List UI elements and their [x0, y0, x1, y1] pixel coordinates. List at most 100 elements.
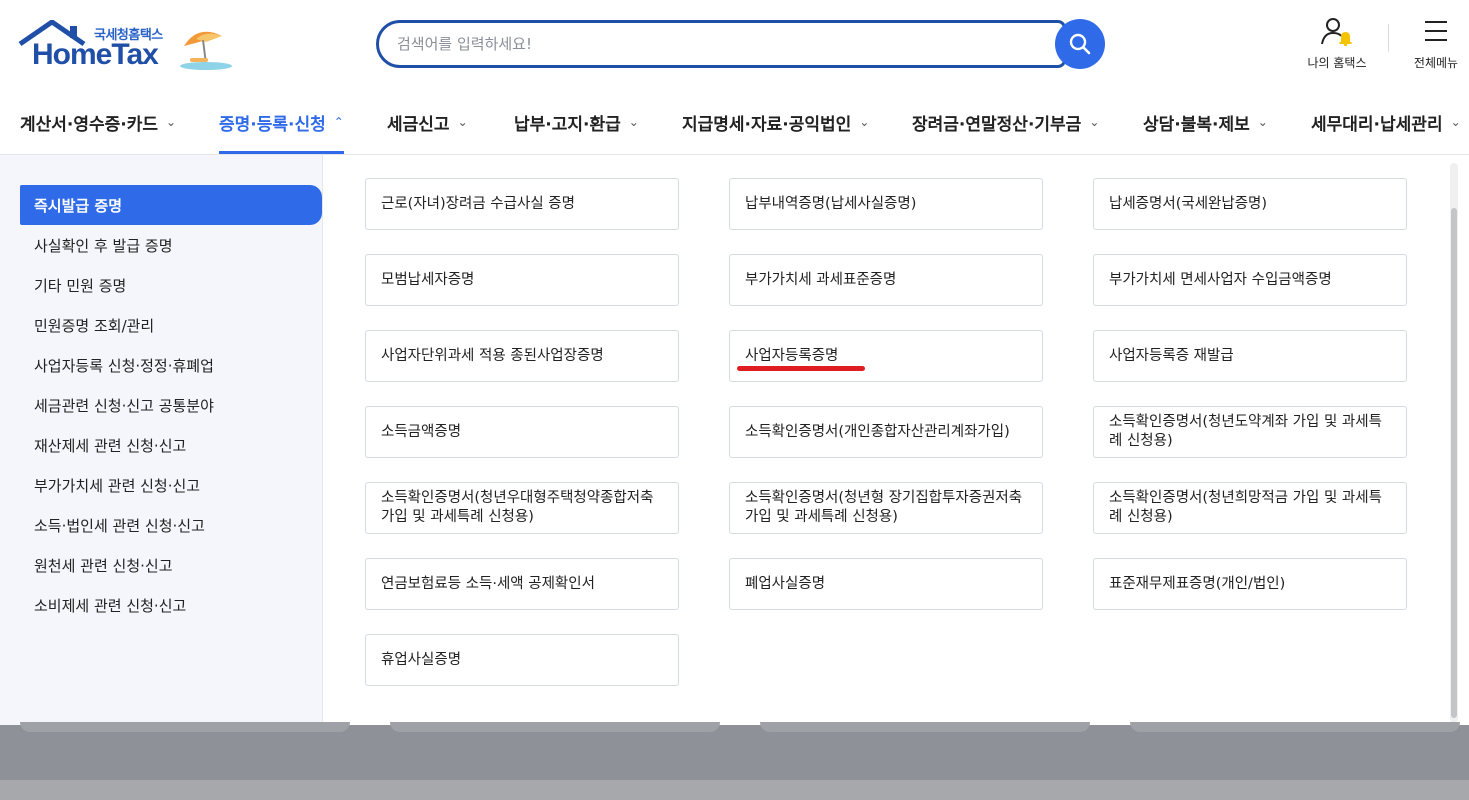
sub-menu-item[interactable]: 사업자등록 신청·정정·휴폐업 — [0, 345, 322, 385]
certificate-card[interactable]: 소득확인증명서(청년우대형주택청약종합저축 가입 및 과세특례 신청용) — [365, 482, 679, 534]
certificate-card-business-registration[interactable]: 사업자등록증명 — [729, 330, 1043, 382]
card-label: 납부내역증명(납세사실증명) — [745, 195, 917, 212]
card-label: 소득확인증명서(청년희망적금 가입 및 과세특례 신청용) — [1109, 490, 1382, 525]
site-header: 국세청홈택스 HomeTax 나의 홈택스 — [0, 0, 1469, 155]
search-icon — [1069, 33, 1091, 55]
gnb-label: 상담·불복·제보 — [1143, 114, 1250, 135]
gnb-item-incentive[interactable]: 장려금·연말정산·기부금 ⌄ — [912, 90, 1099, 154]
logo-title: HomeTax — [32, 38, 159, 71]
chevron-down-icon: ⌄ — [628, 115, 639, 129]
gnb-label: 납부·고지·환급 — [514, 114, 621, 135]
user-bell-icon — [1321, 18, 1352, 47]
search-box — [376, 20, 1066, 68]
beach-umbrella-icon — [180, 31, 232, 70]
certificate-card[interactable]: 연금보험료등 소득·세액 공제확인서 — [365, 558, 679, 610]
card-label: 소득확인증명서(개인종합자산관리계좌가입) — [745, 423, 1010, 440]
card-label: 부가가치세 면세사업자 수입금액증명 — [1109, 271, 1332, 288]
certificate-card[interactable]: 소득확인증명서(청년도약계좌 가입 및 과세특례 신청용) — [1093, 406, 1407, 458]
certificate-card[interactable]: 표준재무제표증명(개인/법인) — [1093, 558, 1407, 610]
chevron-down-icon: ⌄ — [166, 115, 177, 129]
certificate-card[interactable]: 소득확인증명서(청년희망적금 가입 및 과세특례 신청용) — [1093, 482, 1407, 534]
certificate-card[interactable]: 소득금액증명 — [365, 406, 679, 458]
sub-menu-item[interactable]: 기타 민원 증명 — [0, 265, 322, 305]
chevron-down-icon: ⌄ — [1089, 115, 1100, 129]
sub-menu-item[interactable]: 원천세 관련 신청·신고 — [0, 545, 322, 585]
certificate-card[interactable]: 부가가치세 면세사업자 수입금액증명 — [1093, 254, 1407, 306]
certificate-card[interactable]: 납부내역증명(납세사실증명) — [729, 178, 1043, 230]
sub-menu-list: 즉시발급 증명 사실확인 후 발급 증명 기타 민원 증명 민원증명 조회/관리… — [0, 155, 323, 725]
scrollbar-thumb[interactable] — [1451, 208, 1457, 718]
card-label: 표준재무제표증명(개인/법인) — [1109, 575, 1286, 592]
card-label: 사업자등록증명 — [737, 347, 865, 371]
gnb-item-payment[interactable]: 납부·고지·환급 ⌄ — [514, 90, 639, 154]
chevron-down-icon: ⌄ — [859, 115, 870, 129]
mega-menu-panel: 즉시발급 증명 사실확인 후 발급 증명 기타 민원 증명 민원증명 조회/관리… — [0, 155, 1469, 725]
certificate-card[interactable]: 근로(자녀)장려금 수급사실 증명 — [365, 178, 679, 230]
gnb-label: 지급명세·자료·공익법인 — [682, 114, 852, 135]
certificate-card[interactable]: 폐업사실증명 — [729, 558, 1043, 610]
sub-menu-item[interactable]: 소득·법인세 관련 신청·신고 — [0, 505, 322, 545]
sub-menu-item[interactable]: 재산제세 관련 신청·신고 — [0, 425, 322, 465]
background-card — [20, 722, 350, 732]
chevron-down-icon: ⌄ — [1450, 115, 1461, 129]
gnb-label: 증명·등록·신청 — [219, 114, 326, 135]
certificate-card[interactable]: 소득확인증명서(청년형 장기집합투자증권저축 가입 및 과세특례 신청용) — [729, 482, 1043, 534]
card-label: 휴업사실증명 — [381, 651, 462, 668]
gnb-item-statement[interactable]: 지급명세·자료·공익법인 ⌄ — [682, 90, 869, 154]
sub-menu-item[interactable]: 세금관련 신청·신고 공통분야 — [0, 385, 322, 425]
panel-scrollbar[interactable] — [1450, 163, 1458, 723]
my-hometax-label: 나의 홈택스 — [1307, 56, 1367, 70]
card-label: 사업자등록증 재발급 — [1109, 347, 1234, 364]
chevron-down-icon: ⌄ — [457, 115, 468, 129]
hometax-logo[interactable]: 국세청홈택스 HomeTax — [18, 20, 238, 78]
certificate-card[interactable]: 납세증명서(국세완납증명) — [1093, 178, 1407, 230]
certificate-card[interactable]: 소득확인증명서(개인종합자산관리계좌가입) — [729, 406, 1043, 458]
gnb-label: 계산서·영수증·카드 — [20, 114, 159, 135]
gnb-label: 장려금·연말정산·기부금 — [912, 114, 1082, 135]
certificate-card[interactable]: 모범납세자증명 — [365, 254, 679, 306]
gnb-label: 세금신고 — [387, 114, 450, 135]
background-card — [390, 722, 720, 732]
card-label: 소득확인증명서(청년우대형주택청약종합저축 가입 및 과세특례 신청용) — [381, 490, 654, 525]
card-label: 사업자단위과세 적용 종된사업장증명 — [381, 347, 604, 364]
background-card — [760, 722, 1090, 732]
gnb-item-certificate[interactable]: 증명·등록·신청 ⌃ — [219, 90, 344, 154]
sub-menu-item[interactable]: 즉시발급 증명 — [20, 185, 322, 225]
certificate-card[interactable]: 사업자단위과세 적용 종된사업장증명 — [365, 330, 679, 382]
card-label: 소득확인증명서(청년형 장기집합투자증권저축 가입 및 과세특례 신청용) — [745, 490, 1023, 525]
my-hometax-button[interactable]: 나의 홈택스 — [1300, 16, 1374, 71]
gnb-item-invoice[interactable]: 계산서·영수증·카드 ⌄ — [20, 90, 176, 154]
card-label-text: 사업자등록증명 — [745, 347, 839, 364]
card-label: 납세증명서(국세완납증명) — [1109, 195, 1268, 212]
all-menu-button[interactable]: 전체메뉴 — [1405, 16, 1467, 71]
red-underline-mark — [737, 365, 865, 371]
card-label: 모범납세자증명 — [381, 271, 475, 288]
chevron-down-icon: ⌄ — [1257, 115, 1268, 129]
card-label: 연금보험료등 소득·세액 공제확인서 — [381, 575, 595, 592]
chevron-up-icon: ⌃ — [333, 115, 344, 129]
card-label: 부가가치세 과세표준증명 — [745, 271, 897, 288]
card-label: 근로(자녀)장려금 수급사실 증명 — [381, 195, 575, 212]
search-button[interactable] — [1055, 19, 1105, 69]
card-label: 소득금액증명 — [381, 423, 462, 440]
certificate-card[interactable]: 사업자등록증 재발급 — [1093, 330, 1407, 382]
hamburger-menu-icon — [1425, 21, 1447, 41]
background-card — [1130, 722, 1460, 732]
gnb-item-tax-report[interactable]: 세금신고 ⌄ — [387, 90, 468, 154]
sub-menu-item[interactable]: 민원증명 조회/관리 — [0, 305, 322, 345]
card-label: 폐업사실증명 — [745, 575, 826, 592]
util-divider — [1388, 24, 1389, 52]
background-strip — [0, 780, 1469, 800]
gnb-item-consulting[interactable]: 상담·불복·제보 ⌄ — [1143, 90, 1268, 154]
search-input[interactable] — [397, 23, 1037, 65]
gnb-label: 세무대리·납세관리 — [1311, 114, 1443, 135]
sub-menu-item[interactable]: 부가가치세 관련 신청·신고 — [0, 465, 322, 505]
all-menu-label: 전체메뉴 — [1413, 56, 1459, 70]
sub-menu-item[interactable]: 사실확인 후 발급 증명 — [0, 225, 322, 265]
gnb-item-tax-agent[interactable]: 세무대리·납세관리 ⌄ — [1311, 90, 1461, 154]
certificate-card[interactable]: 부가가치세 과세표준증명 — [729, 254, 1043, 306]
certificate-card[interactable]: 휴업사실증명 — [365, 634, 679, 686]
sub-menu-item[interactable]: 소비제세 관련 신청·신고 — [0, 585, 322, 625]
global-nav: 계산서·영수증·카드 ⌄ 증명·등록·신청 ⌃ 세금신고 ⌄ 납부·고지·환급 ⌄ 지급… — [0, 90, 1469, 154]
card-label: 소득확인증명서(청년도약계좌 가입 및 과세특례 신청용) — [1109, 414, 1382, 449]
